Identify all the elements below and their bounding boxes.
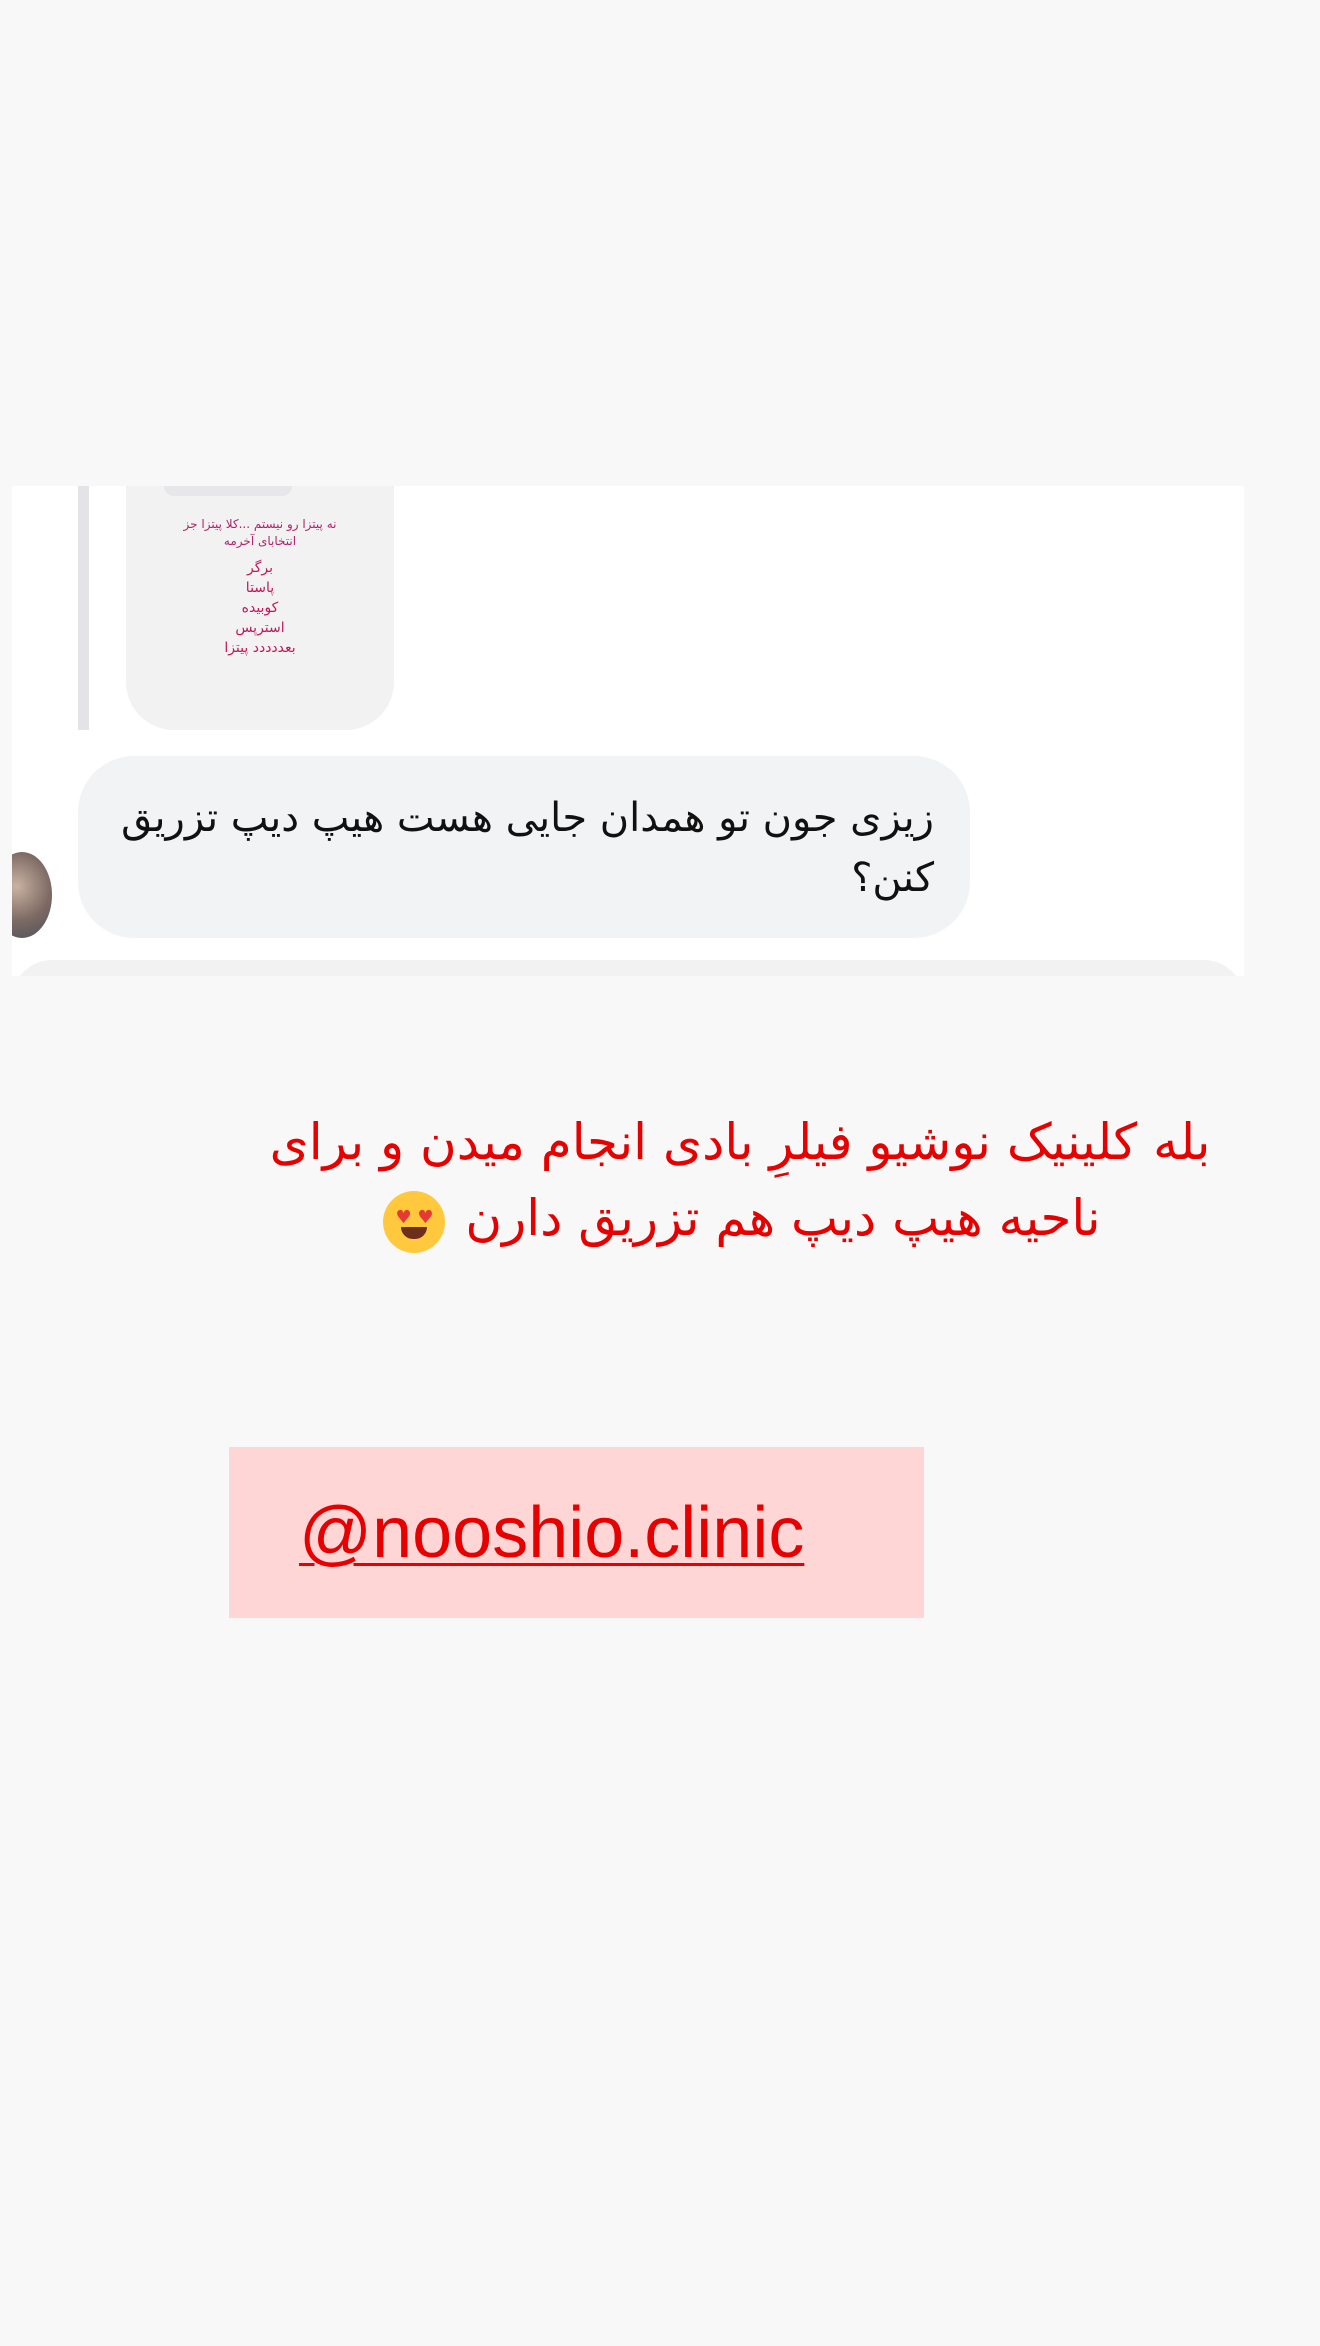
mention-sticker[interactable]: @nooshio.clinic [229, 1447, 924, 1618]
story-text-list: نه پیتزا رو نیستم ...کلا پیتزا جز انتخاب… [126, 516, 394, 658]
story-line: استرپس [235, 620, 285, 636]
dm-screenshot-card: نه پیتزا رو نیستم ...کلا پیتزا جز انتخاب… [12, 486, 1244, 976]
story-header-tab [164, 486, 292, 496]
story-background-top [0, 0, 1320, 390]
heart-eyes-emoji-icon: ♥ ♥ [383, 1190, 446, 1253]
next-message-edge [12, 960, 1244, 976]
sender-avatar[interactable] [12, 852, 52, 938]
mention-handle[interactable]: @nooshio.clinic [299, 1491, 804, 1575]
story-line: کوبیده [241, 600, 279, 616]
reply-caption: بله کلینیک نوشیو فیلرِ بادی انجام میدن و… [260, 1104, 1220, 1256]
heart-eye-left-icon: ♥ [395, 1206, 412, 1228]
message-text: زیزی جون تو همدان جایی هست هیپ دیپ تزریق… [121, 795, 934, 901]
story-line: بعددددد پیتزا [224, 640, 296, 656]
story-line: پاستا [245, 580, 275, 596]
emoji-mouth [401, 1226, 428, 1239]
story-line: برگر [246, 560, 273, 576]
heart-eye-right-icon: ♥ [417, 1206, 434, 1228]
reply-indicator-bar [78, 486, 89, 730]
shared-story-preview[interactable]: نه پیتزا رو نیستم ...کلا پیتزا جز انتخاب… [126, 486, 394, 730]
story-line: نه پیتزا رو نیستم ...کلا پیتزا جز انتخاب… [183, 517, 337, 548]
message-bubble[interactable]: زیزی جون تو همدان جایی هست هیپ دیپ تزریق… [78, 756, 970, 938]
